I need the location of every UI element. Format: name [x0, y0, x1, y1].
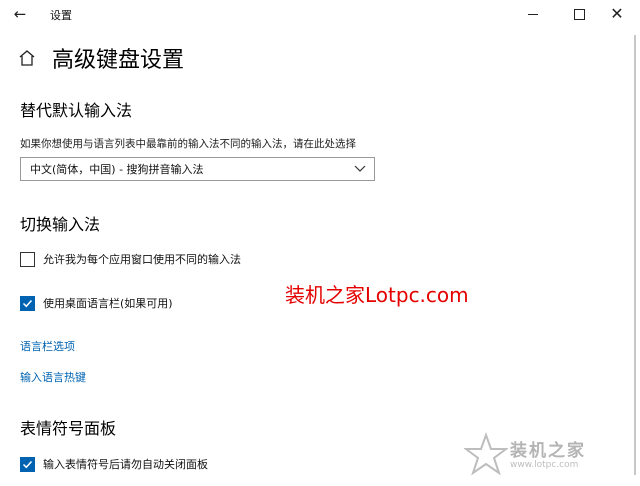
desktop-language-bar-label: 使用桌面语言栏(如果可用) [43, 297, 173, 310]
desktop-language-bar-checkbox[interactable] [20, 295, 35, 311]
home-icon[interactable] [18, 49, 36, 67]
checkmark-icon [22, 299, 33, 307]
logo-text: 装机之家 [510, 441, 586, 461]
star-logo-icon [464, 432, 508, 476]
logo-url: www.lotpc.com [510, 460, 579, 470]
per-app-input-checkbox[interactable] [20, 251, 35, 267]
logo-watermark: 装机之家 www.lotpc.com [462, 430, 637, 480]
input-method-dropdown[interactable]: 中文(简体，中国) - 搜狗拼音输入法 [20, 157, 375, 181]
window-title: 设置 [50, 9, 72, 22]
dropdown-value: 中文(简体，中国) - 搜狗拼音输入法 [30, 163, 204, 176]
input-language-hotkeys-link[interactable]: 输入语言热键 [20, 369, 86, 385]
emoji-panel-label: 输入表情符号后请勿自动关闭面板 [43, 458, 208, 471]
maximize-icon [573, 8, 585, 20]
chevron-down-icon [354, 165, 366, 172]
language-bar-options-link[interactable]: 语言栏选项 [20, 338, 75, 354]
override-section-heading: 替代默认输入法 [20, 101, 133, 120]
close-button[interactable]: ✕ [594, 0, 640, 28]
page-title: 高级键盘设置 [52, 48, 185, 73]
per-app-input-label: 允许我为每个应用窗口使用不同的输入法 [43, 253, 241, 266]
override-description: 如果你想使用与语言列表中最靠前的输入法不同的输入法，请在此处选择 [20, 138, 356, 150]
emoji-panel-checkbox-row[interactable]: 输入表情符号后请勿自动关闭面板 [20, 456, 208, 472]
arrow-left-icon: ← [13, 5, 27, 23]
watermark-text: 装机之家Lotpc.com [285, 283, 469, 307]
emoji-section-heading: 表情符号面板 [20, 419, 117, 438]
back-button[interactable]: ← [6, 2, 34, 26]
emoji-panel-checkbox[interactable] [20, 456, 35, 472]
title-bar: ← 设置 ✕ [0, 0, 640, 28]
desktop-language-bar-checkbox-row[interactable]: 使用桌面语言栏(如果可用) [20, 295, 173, 311]
switch-section-heading: 切换输入法 [20, 215, 101, 234]
checkmark-icon [22, 460, 33, 468]
close-icon: ✕ [610, 4, 624, 23]
per-app-input-checkbox-row[interactable]: 允许我为每个应用窗口使用不同的输入法 [20, 251, 241, 267]
scrollbar-thumb[interactable] [634, 35, 636, 475]
minimize-button[interactable] [510, 0, 556, 28]
minimize-icon [528, 13, 538, 15]
